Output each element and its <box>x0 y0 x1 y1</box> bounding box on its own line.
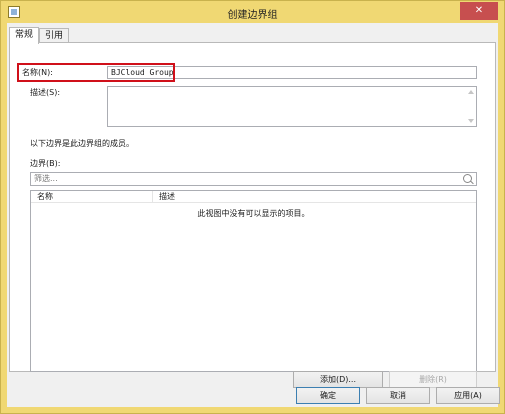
search-icon[interactable] <box>463 174 472 183</box>
add-button[interactable]: 添加(D)... <box>293 371 383 388</box>
window-title: 创建边界组 <box>227 10 278 21</box>
description-label: 描述(S): <box>30 88 61 97</box>
tab-references[interactable]: 引用 <box>39 28 70 43</box>
boundaries-label: 边界(B): <box>30 159 61 168</box>
cancel-button[interactable]: 取消 <box>366 387 430 404</box>
ok-button[interactable]: 确定 <box>296 387 360 404</box>
dialog-window: 创建边界组 ✕ 常规 引用 名称(N): BJCloud Group 描述(S)… <box>0 0 505 414</box>
filter-placeholder: 筛选... <box>34 174 58 183</box>
members-caption: 以下边界是此边界组的成员。 <box>30 139 134 148</box>
apply-button[interactable]: 应用(A) <box>436 387 500 404</box>
column-header-name[interactable]: 名称 <box>31 191 153 203</box>
dialog-client: 常规 引用 名称(N): BJCloud Group 描述(S): 以下边界是此… <box>7 23 500 407</box>
general-tab-panel: 名称(N): BJCloud Group 描述(S): 以下边界是此边界组的成员… <box>9 42 496 388</box>
column-header-description[interactable]: 描述 <box>153 191 476 203</box>
empty-list-message: 此视图中没有可以显示的项目。 <box>197 209 310 218</box>
filter-input[interactable]: 筛选... <box>30 172 477 186</box>
tab-general[interactable]: 常规 <box>9 27 40 44</box>
boundaries-list[interactable]: 名称 描述 此视图中没有可以显示的项目。 <box>30 190 477 372</box>
title-bar[interactable]: 创建边界组 ✕ <box>1 1 504 23</box>
close-button[interactable]: ✕ <box>460 2 498 20</box>
scroll-up-icon[interactable] <box>468 90 474 94</box>
description-field[interactable] <box>107 86 477 127</box>
remove-button[interactable]: 删除(R) <box>389 371 477 388</box>
scroll-down-icon[interactable] <box>468 119 474 123</box>
name-highlight-box <box>17 63 175 82</box>
